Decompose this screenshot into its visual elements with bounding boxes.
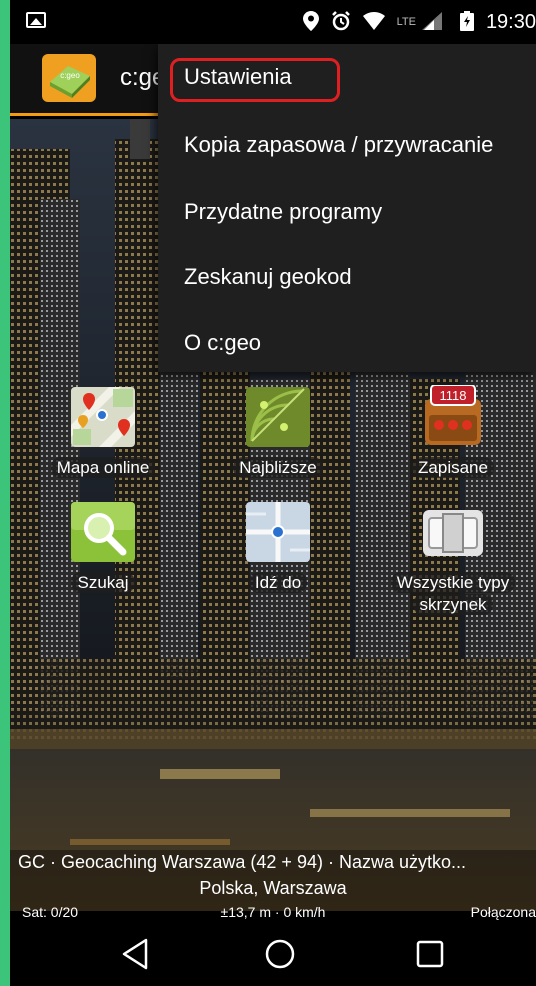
battery-icon — [459, 10, 474, 34]
tile-label: Idź do — [248, 572, 308, 593]
tile-label: Najbliższe — [233, 457, 323, 478]
location-icon — [302, 10, 319, 34]
signal-icon — [421, 11, 442, 33]
menu-item-scan-geocode[interactable]: Zeskanuj geokod — [184, 264, 352, 290]
tile-label: Szukaj — [71, 572, 135, 593]
network-type: LTE — [396, 16, 416, 28]
status-info-panel: GC · Geocaching Warszawa (42 + 94) · Naz… — [10, 850, 536, 922]
tile-label: Mapa online — [50, 457, 156, 478]
image-notification-icon — [26, 12, 46, 28]
stored-count-badge: 1118 — [440, 388, 467, 403]
location-text: Polska, Warszawa — [199, 878, 347, 898]
connection-status: Połączona — [470, 904, 536, 920]
wifi-icon — [362, 11, 385, 33]
connector-info: GC · Geocaching Warszawa (42 + 94) · Naz… — [18, 852, 466, 872]
tile-label: Wszystkie typy skrzynek — [390, 572, 516, 615]
overflow-menu: Ustawienia Kopia zapasowa / przywracanie… — [158, 44, 536, 372]
recents-icon[interactable] — [410, 936, 450, 972]
tile-label: Zapisane — [412, 457, 494, 478]
alarm-icon — [331, 10, 351, 34]
cache-types-icon — [419, 500, 487, 564]
back-icon[interactable] — [116, 936, 156, 972]
navigation-bar — [10, 922, 536, 986]
app-logo-icon[interactable]: c:geo — [40, 52, 98, 104]
phone-screen: LTE 19:30 c:geo c:geo Mapa online Najbli… — [10, 0, 536, 986]
menu-item-backup-restore[interactable]: Kopia zapasowa / przywracanie — [184, 132, 493, 158]
menu-item-about[interactable]: O c:geo — [184, 330, 261, 356]
map-icon — [69, 385, 137, 449]
search-icon — [69, 500, 137, 564]
svg-text:c:geo: c:geo — [60, 71, 80, 80]
stored-caches-icon: 1118 — [419, 384, 487, 449]
home-icon[interactable] — [260, 936, 300, 972]
radar-icon — [244, 385, 312, 449]
status-bar: LTE 19:30 — [10, 0, 536, 44]
accuracy-speed: ±13,7 m · 0 km/h — [220, 904, 326, 920]
goto-icon — [244, 500, 312, 564]
menu-item-settings[interactable]: Ustawienia — [184, 64, 292, 90]
menu-item-useful-apps[interactable]: Przydatne programy — [184, 199, 382, 225]
clock: 19:30 — [485, 10, 536, 33]
